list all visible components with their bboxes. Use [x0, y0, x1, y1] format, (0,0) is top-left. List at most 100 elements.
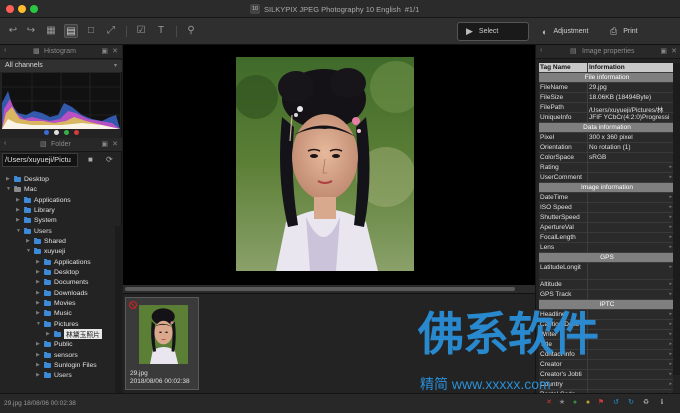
- collapse-arrow-icon[interactable]: ▼: [16, 228, 21, 234]
- close-panel-icon[interactable]: ✕: [112, 140, 118, 148]
- expand-value-icon[interactable]: ▸: [669, 264, 672, 270]
- label-icon[interactable]: ●: [584, 399, 592, 407]
- property-row[interactable]: Orientation No rotation (1): [539, 143, 673, 153]
- property-row[interactable]: Lens ▸: [539, 243, 673, 253]
- info-icon[interactable]: ℹ: [658, 399, 666, 407]
- expand-arrow-icon[interactable]: ▶: [36, 372, 41, 378]
- property-row[interactable]: UniqueInfo JFIF YCbCr(4:2:0)Progressi: [539, 113, 673, 123]
- expand-value-icon[interactable]: ▸: [669, 281, 672, 287]
- tree-item[interactable]: ▼ Pictures: [36, 319, 79, 329]
- tree-item[interactable]: ▶ Applications: [36, 257, 91, 267]
- expand-value-icon[interactable]: ▸: [669, 321, 672, 327]
- collapse-arrow-icon[interactable]: ▼: [36, 321, 41, 327]
- property-row[interactable]: Pixel 300 x 360 pixel: [539, 133, 673, 143]
- property-row[interactable]: ShutterSpeed ▸: [539, 213, 673, 223]
- expand-value-icon[interactable]: ▸: [669, 204, 672, 210]
- expand-arrow-icon[interactable]: ▶: [36, 259, 41, 265]
- expand-value-icon[interactable]: ▸: [669, 244, 672, 250]
- collapse-arrow-icon[interactable]: ▼: [6, 186, 11, 192]
- expand-arrow-icon[interactable]: ▶: [36, 352, 41, 358]
- folder-tree-scrollbar[interactable]: [115, 226, 122, 393]
- collapse-arrow-icon[interactable]: ‹: [540, 47, 542, 54]
- expand-arrow-icon[interactable]: ▶: [6, 176, 11, 182]
- expand-value-icon[interactable]: ▸: [669, 331, 672, 337]
- tree-item[interactable]: ▶ Music: [36, 308, 72, 318]
- tree-item[interactable]: ▶ Downloads: [36, 288, 88, 298]
- red-flag-icon[interactable]: ⚑: [597, 399, 605, 407]
- thumbnail-card[interactable]: 29.jpg 2018/08/06 00:02:38: [125, 297, 199, 390]
- property-row[interactable]: Creator's Jobti ▸: [539, 370, 673, 380]
- expand-arrow-icon[interactable]: ▶: [46, 331, 51, 337]
- expand-value-icon[interactable]: ▸: [669, 194, 672, 200]
- minimize-window-button[interactable]: [18, 5, 26, 13]
- close-panel-icon[interactable]: ✕: [671, 47, 677, 55]
- tree-item-selected[interactable]: ▶ 林黛玉照片: [46, 329, 102, 339]
- tree-item[interactable]: ▶ System: [16, 215, 57, 225]
- property-row[interactable]: FocalLength ▸: [539, 233, 673, 243]
- property-row[interactable]: ColorSpace sRGB: [539, 153, 673, 163]
- zoom-loupe-icon[interactable]: ⚲: [184, 24, 198, 38]
- trash-icon[interactable]: ♻: [642, 399, 650, 407]
- single-view-icon[interactable]: □: [84, 24, 98, 38]
- tree-item[interactable]: ▶ Sunlogin Files: [36, 360, 97, 370]
- property-row[interactable]: FilePath/Users/xuyueji/Pictures/林: [539, 103, 673, 114]
- expand-value-icon[interactable]: ▸: [669, 291, 672, 297]
- expand-arrow-icon[interactable]: ▶: [16, 207, 21, 213]
- panel-option-icon[interactable]: ▣: [101, 140, 108, 148]
- expand-value-icon[interactable]: ▸: [669, 341, 672, 347]
- property-row[interactable]: DateTime ▸: [539, 193, 673, 203]
- expand-value-icon[interactable]: ▸: [669, 351, 672, 357]
- print-mode-button[interactable]: ⎙ Print: [602, 22, 646, 41]
- tree-item[interactable]: ▼ Users: [16, 226, 52, 236]
- property-row[interactable]: LatitudeLongit ▸: [539, 263, 673, 280]
- undo-icon[interactable]: ↩: [6, 24, 20, 38]
- expand-value-icon[interactable]: ▸: [669, 174, 672, 180]
- tree-item[interactable]: ▶ Library: [16, 205, 55, 215]
- preview-filmstrip-view-icon[interactable]: ▤: [64, 24, 78, 38]
- expand-arrow-icon[interactable]: ▶: [16, 217, 21, 223]
- properties-scrollbar[interactable]: [673, 63, 680, 375]
- expand-arrow-icon[interactable]: ▶: [36, 310, 41, 316]
- expand-arrow-icon[interactable]: ▶: [36, 341, 41, 347]
- tree-item[interactable]: ▼ Mac: [6, 184, 37, 194]
- panel-option-icon[interactable]: ▣: [660, 47, 667, 55]
- tree-item[interactable]: ▶ sensors: [36, 350, 78, 360]
- expand-arrow-icon[interactable]: ▶: [36, 300, 41, 306]
- tree-item[interactable]: ▶ Users: [36, 370, 72, 380]
- refresh-icon[interactable]: ⟳: [106, 155, 113, 164]
- property-row[interactable]: Country ▸: [539, 380, 673, 390]
- expand-arrow-icon[interactable]: ▶: [26, 238, 31, 244]
- property-row[interactable]: FileSize 18.06KB (18494Byte): [539, 93, 673, 103]
- tree-item[interactable]: ▼ xuyueji: [26, 246, 65, 256]
- tree-item[interactable]: ▶ Desktop: [36, 267, 79, 277]
- mark-icon[interactable]: ●: [571, 399, 579, 407]
- expand-arrow-icon[interactable]: ▶: [36, 269, 41, 275]
- collapse-arrow-icon[interactable]: ‹: [4, 140, 6, 147]
- collapse-arrow-icon[interactable]: ▼: [26, 248, 31, 254]
- scrollbar-thumb[interactable]: [125, 287, 515, 291]
- close-panel-icon[interactable]: ✕: [112, 47, 118, 55]
- redo-icon[interactable]: ↪: [24, 24, 38, 38]
- tree-item[interactable]: ▶ Shared: [26, 236, 66, 246]
- tree-item[interactable]: ▶ Documents: [36, 277, 88, 287]
- zoom-window-button[interactable]: [30, 5, 38, 13]
- adjustment-mode-button[interactable]: ◐ Adjustment: [534, 22, 596, 41]
- expand-arrow-icon[interactable]: ▶: [36, 290, 41, 296]
- folder-action-icon[interactable]: ■: [88, 155, 93, 164]
- checkbox-icon[interactable]: ☑: [134, 24, 148, 38]
- tree-item[interactable]: ▶ Movies: [36, 298, 76, 308]
- channel-select[interactable]: All channels ▾: [0, 60, 122, 72]
- tree-item[interactable]: ▶ Applications: [16, 195, 71, 205]
- property-row[interactable]: ApertureVal ▸: [539, 223, 673, 233]
- expand-arrow-icon[interactable]: ▶: [16, 197, 21, 203]
- preview-horizontal-scrollbar[interactable]: [123, 285, 535, 293]
- expand-value-icon[interactable]: ▸: [669, 381, 672, 387]
- text-tool-icon[interactable]: T: [154, 24, 168, 38]
- panel-option-icon[interactable]: ▣: [101, 47, 108, 55]
- expand-value-icon[interactable]: ▸: [669, 224, 672, 230]
- property-row[interactable]: ISO Speed ▸: [539, 203, 673, 213]
- property-row[interactable]: Rating ▸: [539, 163, 673, 173]
- rating-icon[interactable]: ★: [558, 399, 566, 407]
- tree-item[interactable]: ▶ Public: [36, 339, 73, 349]
- property-row[interactable]: UserComment ▸: [539, 173, 673, 183]
